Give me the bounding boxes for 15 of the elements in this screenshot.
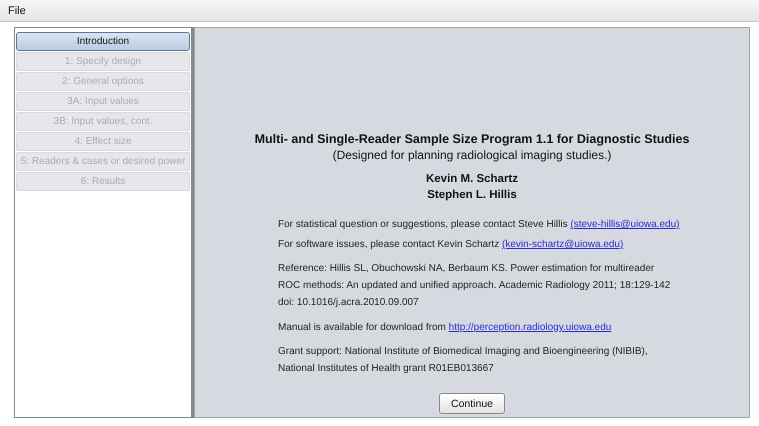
link[interactable]: (kevin-schartz@uiowa.edu) (502, 239, 624, 250)
info-text: For software issues, please contact Kevin Schartz (kevin-schartz@uiowa.edu) (278, 238, 624, 252)
info-text: For statistical question or suggestions, please contact Steve Hillis (steve-hillis@uiowa.edu) (278, 218, 680, 232)
menu-item[interactable]: File (8, 4, 26, 16)
info-text: Manual is available for download from http://perception.radiology.uiowa.edu (278, 321, 612, 335)
continue-button[interactable]: Continue (438, 393, 506, 414)
info-paragraph: Reference: Hillis SL, Obuchowski NA, Berbaum KS. Power estimation for multireader ROC methods: An updated and unified approach. Academic Radiology 2011; 18:129-142 doi: 10.1016/j.acra.2010.09.007 (278, 262, 670, 310)
program-title: Multi- and Single-Reader Sample Size Program 1.1 for Diagnostic Studies (254, 132, 690, 146)
link[interactable]: (steve-hillis@uiowa.edu) (570, 219, 680, 230)
link[interactable]: http://perception.radiology.uiowa.edu (448, 322, 612, 333)
author-name: Stephen L. Hillis (427, 188, 517, 203)
info-paragraph: Grant support: National Institute of Biomedical Imaging and Bioengineering (NIBIB), National Institutes of Health grant R01EB013667 (278, 345, 648, 376)
author-name: Kevin M. Schartz (426, 172, 518, 187)
step-tab[interactable]: Introduction (16, 32, 190, 51)
program-subtitle: (Designed for planning radiological imaging studies.) (332, 148, 612, 162)
